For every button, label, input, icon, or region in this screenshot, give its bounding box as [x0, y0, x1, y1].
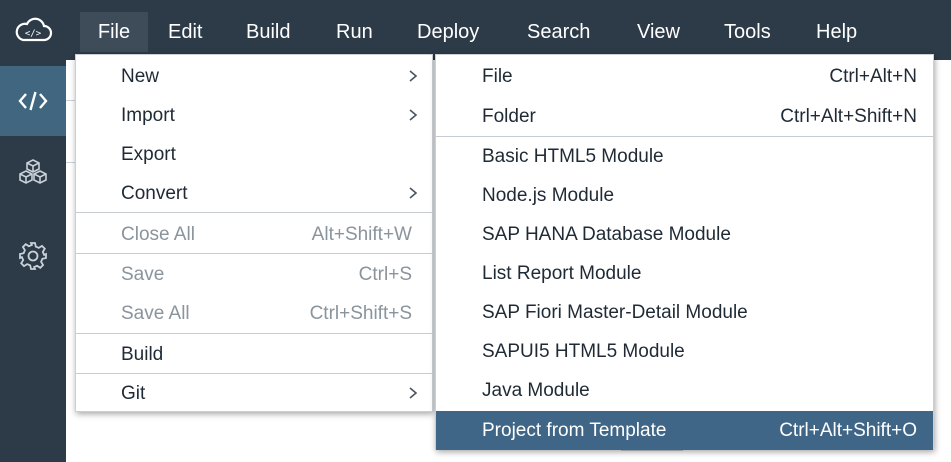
menu-item-shortcut: Ctrl+Alt+Shift+N	[780, 105, 917, 127]
menu-item-label: Convert	[121, 182, 188, 204]
menu-item-label: SAPUI5 HTML5 Module	[482, 340, 685, 362]
menu-item-label: New	[121, 65, 160, 87]
submenu-item-basic-html5-module[interactable]: Basic HTML5 Module	[436, 137, 933, 176]
menu-item-shortcut: Alt+Shift+W	[311, 223, 412, 245]
menu-item-save[interactable]: Save Ctrl+S	[76, 255, 432, 294]
submenu-item-file[interactable]: File Ctrl+Alt+N	[436, 57, 933, 96]
menu-item-shortcut: Ctrl+Alt+N	[829, 65, 917, 87]
menu-item-close-all[interactable]: Close All Alt+Shift+W	[76, 215, 432, 254]
left-rail	[0, 60, 66, 462]
chevron-right-icon	[409, 387, 418, 399]
new-submenu: File Ctrl+Alt+N Folder Ctrl+Alt+Shift+N …	[435, 54, 934, 450]
menu-view[interactable]: View	[627, 12, 690, 52]
menu-help[interactable]: Help	[806, 12, 867, 52]
menu-separator	[76, 212, 432, 213]
menu-item-label: Folder	[482, 105, 536, 127]
code-icon	[18, 91, 48, 111]
menu-item-git[interactable]: Git	[76, 374, 432, 413]
chevron-right-icon	[409, 187, 418, 199]
menu-item-shortcut: Ctrl+Shift+S	[309, 302, 412, 324]
menu-build[interactable]: Build	[236, 12, 300, 52]
menu-item-label: Save All	[121, 302, 190, 324]
menu-item-import[interactable]: Import	[76, 96, 432, 135]
menu-run[interactable]: Run	[326, 12, 383, 52]
submenu-item-project-from-template[interactable]: Project from Template Ctrl+Alt+Shift+O	[436, 411, 933, 450]
menu-item-label: Save	[121, 263, 165, 285]
menu-tools[interactable]: Tools	[714, 12, 781, 52]
menu-item-save-all[interactable]: Save All Ctrl+Shift+S	[76, 294, 432, 333]
submenu-item-sapui5-html5-module[interactable]: SAPUI5 HTML5 Module	[436, 332, 933, 371]
menu-file[interactable]: File	[80, 12, 148, 52]
gear-icon	[19, 242, 47, 270]
menu-edit[interactable]: Edit	[158, 12, 212, 52]
menu-item-label: SAP HANA Database Module	[482, 223, 731, 245]
menu-separator	[76, 333, 432, 334]
workspace-divider	[621, 450, 683, 451]
chevron-right-icon	[409, 109, 418, 121]
menu-item-shortcut: Ctrl+S	[358, 263, 412, 285]
menu-item-label: Git	[121, 382, 146, 404]
menu-item-shortcut: Ctrl+Alt+Shift+O	[779, 419, 917, 441]
menu-item-label: Import	[121, 104, 175, 126]
menu-item-label: File	[482, 65, 513, 87]
rail-settings-button[interactable]	[0, 226, 66, 286]
menu-separator	[76, 253, 432, 254]
menu-item-label: Java Module	[482, 379, 590, 401]
menu-item-label: Node.js Module	[482, 184, 615, 206]
cubes-icon	[19, 159, 47, 184]
svg-text:</>: </>	[25, 29, 42, 39]
menu-search[interactable]: Search	[517, 12, 600, 52]
menu-deploy[interactable]: Deploy	[407, 12, 489, 52]
submenu-item-hana-db-module[interactable]: SAP HANA Database Module	[436, 215, 933, 254]
menu-item-label: Close All	[121, 223, 195, 245]
menu-item-export[interactable]: Export	[76, 135, 432, 174]
menu-item-new[interactable]: New	[76, 57, 432, 96]
menu-item-label: SAP Fiori Master-Detail Module	[482, 301, 748, 323]
file-menu: New Import Export Convert Close All Alt+…	[75, 54, 433, 412]
chevron-right-icon	[409, 70, 418, 82]
submenu-item-fiori-master-detail-module[interactable]: SAP Fiori Master-Detail Module	[436, 293, 933, 332]
menu-item-build[interactable]: Build	[76, 335, 432, 374]
rail-modules-button[interactable]	[0, 142, 66, 202]
menu-item-label: Project from Template	[482, 419, 667, 441]
submenu-item-list-report-module[interactable]: List Report Module	[436, 254, 933, 293]
menu-item-label: Basic HTML5 Module	[482, 145, 664, 167]
cloud-code-icon[interactable]: </>	[0, 0, 66, 60]
submenu-item-folder[interactable]: Folder Ctrl+Alt+Shift+N	[436, 97, 933, 136]
menu-item-label: Export	[121, 143, 176, 165]
menu-item-convert[interactable]: Convert	[76, 174, 432, 213]
menu-item-label: List Report Module	[482, 262, 642, 284]
menubar: </> File Edit Build Run Deploy Search Vi…	[0, 0, 951, 60]
submenu-item-nodejs-module[interactable]: Node.js Module	[436, 176, 933, 215]
rail-code-button[interactable]	[0, 66, 66, 136]
menu-item-label: Build	[121, 343, 164, 365]
submenu-item-java-module[interactable]: Java Module	[436, 371, 933, 410]
